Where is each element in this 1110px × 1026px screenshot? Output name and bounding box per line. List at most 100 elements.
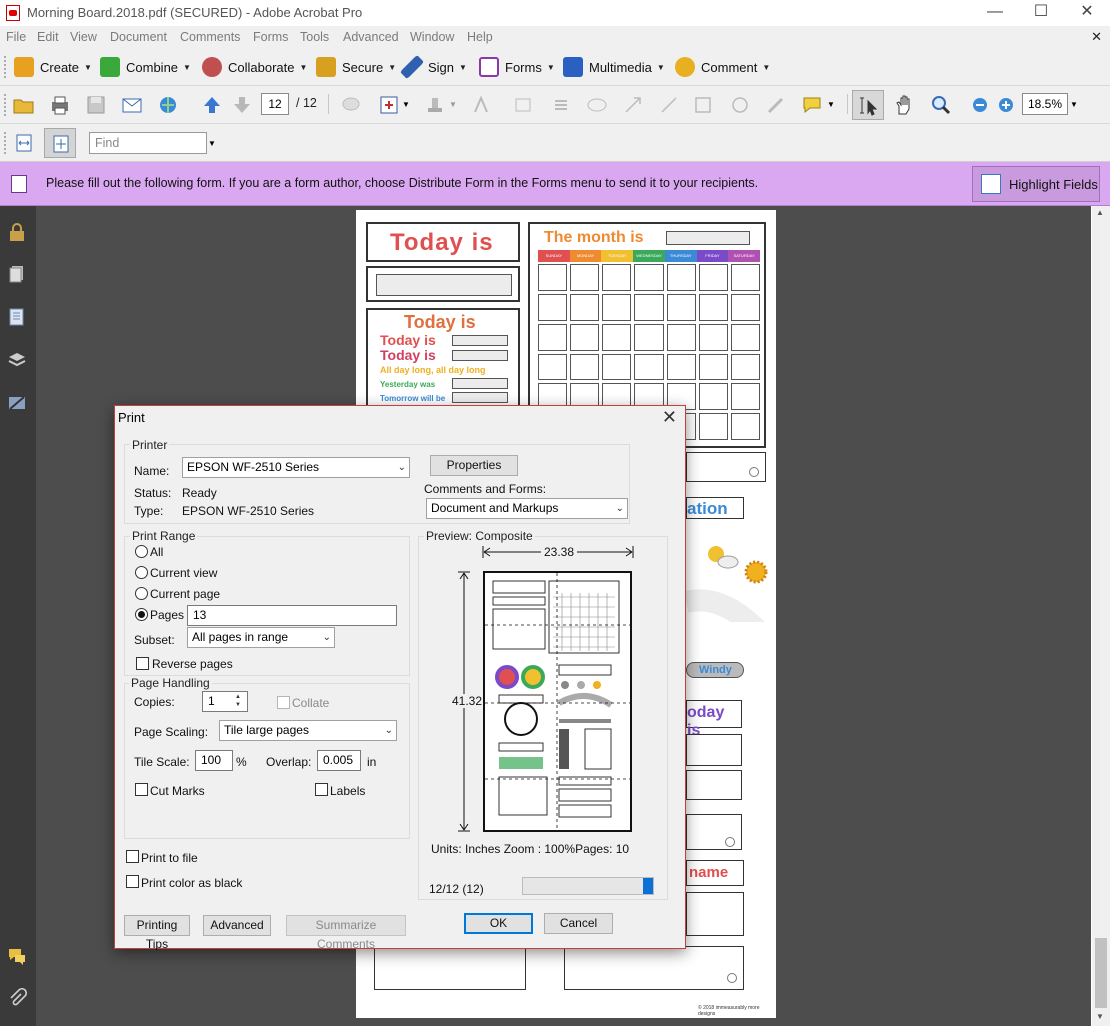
advanced-button[interactable]: Advanced bbox=[203, 915, 271, 936]
range-all-radio[interactable] bbox=[135, 545, 148, 558]
create-button[interactable]: Create ▼ bbox=[14, 54, 92, 80]
vertical-scrollbar[interactable]: ▲ ▼ bbox=[1092, 206, 1110, 1026]
print-color-black-checkbox[interactable] bbox=[126, 875, 139, 888]
oval-icon[interactable] bbox=[729, 94, 751, 116]
maximize-button[interactable]: ☐ bbox=[1018, 0, 1064, 26]
cut-marks-checkbox[interactable] bbox=[135, 783, 148, 796]
calendar-day-cell[interactable] bbox=[634, 264, 664, 291]
zoom-level-input[interactable]: 18.5% bbox=[1022, 93, 1068, 115]
print-to-file-checkbox[interactable] bbox=[126, 850, 139, 863]
scrollbar-thumb[interactable] bbox=[1095, 938, 1107, 1008]
calendar-day-cell[interactable] bbox=[730, 383, 760, 411]
calendar-day-cell[interactable] bbox=[730, 264, 760, 291]
menu-advanced[interactable]: Advanced bbox=[343, 30, 399, 44]
close-window-button[interactable]: ✕ bbox=[1064, 0, 1110, 26]
range-pages-radio[interactable] bbox=[135, 608, 148, 621]
menu-document[interactable]: Document bbox=[110, 30, 167, 44]
range-current-page-radio[interactable] bbox=[135, 587, 148, 600]
calendar-day-cell[interactable] bbox=[634, 293, 664, 321]
preview-page-slider-thumb[interactable] bbox=[642, 878, 653, 894]
scroll-up-icon[interactable]: ▲ bbox=[1096, 208, 1104, 217]
page-number-input[interactable]: 12 bbox=[261, 93, 289, 115]
pencil-icon[interactable] bbox=[765, 94, 787, 116]
pages-input[interactable]: 13 bbox=[187, 605, 397, 626]
previous-page-icon[interactable] bbox=[201, 94, 223, 116]
tile-scale-input[interactable]: 100 bbox=[195, 750, 233, 771]
calendar-day-cell[interactable] bbox=[570, 353, 600, 381]
calendar-day-cell[interactable] bbox=[634, 353, 664, 381]
tomorrow-field[interactable] bbox=[452, 392, 508, 403]
open-folder-icon[interactable] bbox=[13, 94, 35, 116]
secure-button[interactable]: Secure ▼ bbox=[316, 54, 396, 80]
calendar-day-cell[interactable] bbox=[666, 353, 696, 381]
today-form-field[interactable] bbox=[376, 274, 512, 296]
rectangle-icon[interactable] bbox=[692, 94, 714, 116]
chevron-down-icon[interactable]: ▼ bbox=[827, 100, 835, 109]
today-line-1-field[interactable] bbox=[452, 335, 508, 346]
reverse-pages-checkbox[interactable] bbox=[136, 657, 149, 670]
calendar-day-cell[interactable] bbox=[538, 353, 568, 381]
chevron-down-icon[interactable]: ▼ bbox=[1070, 100, 1078, 109]
menu-view[interactable]: View bbox=[70, 30, 97, 44]
calendar-day-cell[interactable] bbox=[538, 293, 568, 321]
list-icon[interactable] bbox=[550, 94, 572, 116]
calendar-day-cell[interactable] bbox=[698, 323, 728, 351]
menu-edit[interactable]: Edit bbox=[37, 30, 59, 44]
calendar-day-cell[interactable] bbox=[730, 413, 760, 440]
arrow-icon[interactable] bbox=[622, 94, 644, 116]
calendar-day-cell[interactable] bbox=[602, 353, 632, 381]
zoom-in-icon[interactable] bbox=[995, 94, 1017, 116]
toolbar-grip[interactable] bbox=[4, 132, 7, 154]
ok-button[interactable]: OK bbox=[464, 913, 533, 934]
subset-select[interactable]: All pages in range ⌄ bbox=[187, 627, 335, 648]
calendar-day-cell[interactable] bbox=[730, 293, 760, 321]
menu-window[interactable]: Window bbox=[410, 30, 454, 44]
close-document-icon[interactable]: ✕ bbox=[1091, 29, 1102, 45]
calendar-day-cell[interactable] bbox=[666, 323, 696, 351]
page-form-field[interactable] bbox=[374, 946, 526, 990]
sign-button[interactable]: Sign ▼ bbox=[399, 54, 467, 80]
calendar-day-cell[interactable] bbox=[602, 264, 632, 291]
comments-forms-select[interactable]: Document and Markups ⌄ bbox=[426, 498, 628, 519]
calendar-day-cell[interactable] bbox=[730, 353, 760, 381]
hand-icon[interactable] bbox=[893, 94, 915, 116]
chevron-down-icon[interactable]: ▼ bbox=[402, 100, 410, 109]
calendar-day-cell[interactable] bbox=[602, 323, 632, 351]
calendar-day-cell[interactable] bbox=[698, 383, 728, 411]
pages-thumbnails-icon[interactable] bbox=[7, 264, 27, 284]
menu-comments[interactable]: Comments bbox=[180, 30, 240, 44]
scroll-down-icon[interactable]: ▼ bbox=[1096, 1012, 1104, 1021]
layers-icon[interactable] bbox=[7, 350, 27, 370]
menu-tools[interactable]: Tools bbox=[300, 30, 329, 44]
properties-button[interactable]: Properties bbox=[430, 455, 518, 476]
menu-file[interactable]: File bbox=[6, 30, 26, 44]
printing-tips-button[interactable]: Printing Tips bbox=[124, 915, 190, 951]
preview-page-slider[interactable] bbox=[522, 877, 654, 895]
find-options-chevron-icon[interactable]: ▼ bbox=[208, 139, 216, 148]
calendar-day-cell[interactable] bbox=[602, 293, 632, 321]
security-lock-icon[interactable] bbox=[7, 222, 27, 242]
multimedia-button[interactable]: Multimedia ▼ bbox=[563, 54, 665, 80]
print-icon[interactable] bbox=[49, 94, 71, 116]
calendar-day-cell[interactable] bbox=[698, 353, 728, 381]
copies-input[interactable]: 1 bbox=[202, 691, 248, 712]
cancel-button[interactable]: Cancel bbox=[544, 913, 613, 934]
calendar-day-cell[interactable] bbox=[666, 264, 696, 291]
comments-pane-icon[interactable] bbox=[7, 946, 27, 966]
text-box-icon[interactable] bbox=[470, 94, 492, 116]
share-globe-icon[interactable] bbox=[157, 94, 179, 116]
cloud-icon[interactable] bbox=[586, 94, 608, 116]
range-current-view-radio[interactable] bbox=[135, 566, 148, 579]
marquee-zoom-icon[interactable] bbox=[930, 94, 952, 116]
calendar-day-cell[interactable] bbox=[698, 413, 728, 440]
copies-stepper-icon[interactable]: ▲ ▼ bbox=[235, 693, 241, 709]
find-input[interactable]: Find bbox=[89, 132, 207, 154]
page-form-field[interactable] bbox=[564, 946, 744, 990]
page-scaling-select[interactable]: Tile large pages ⌄ bbox=[219, 720, 397, 741]
select-tool-button[interactable] bbox=[852, 90, 884, 120]
combine-button[interactable]: Combine ▼ bbox=[100, 54, 191, 80]
attachments-paperclip-icon[interactable] bbox=[7, 988, 27, 1008]
calendar-day-cell[interactable] bbox=[570, 293, 600, 321]
month-form-field[interactable] bbox=[666, 231, 750, 245]
minimize-button[interactable]: — bbox=[972, 0, 1018, 26]
